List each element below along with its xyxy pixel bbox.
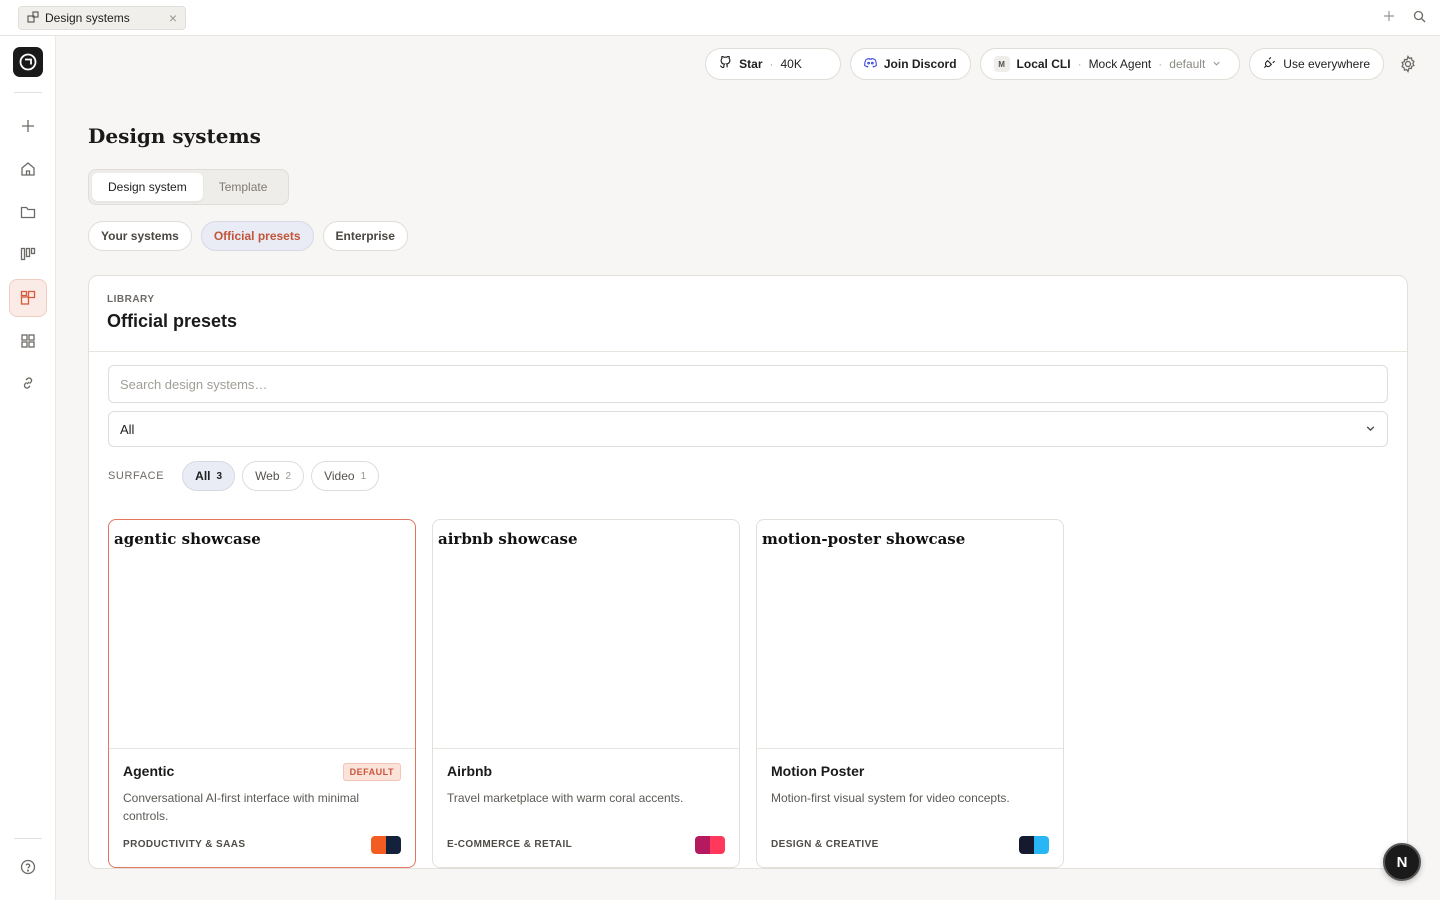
new-tab-icon[interactable] [1382,9,1396,23]
filter-your-systems[interactable]: Your systems [88,221,192,251]
surface-video-label: Video [324,469,355,483]
help-icon[interactable] [9,848,47,886]
separator-dot: · [769,57,774,71]
surface-web[interactable]: Web 2 [242,461,305,491]
agent-cli-label: Local CLI [1016,57,1071,71]
card-description: Conversational AI-first interface with m… [123,791,360,823]
join-discord-button[interactable]: Join Discord [849,48,971,80]
color-swatch [1019,836,1049,854]
card-category: E-COMMERCE & RETAIL [447,839,573,850]
preset-card-list: agentic showcase Agentic DEFAULT Convers… [108,519,1064,868]
sidebar-divider [14,838,42,839]
separator-dot: · [1158,57,1163,71]
board-icon[interactable] [9,235,47,273]
use-everywhere-label: Use everywhere [1283,57,1370,71]
new-icon[interactable] [9,107,47,145]
card-body: Airbnb Travel marketplace with warm cora… [433,749,739,867]
star-label: Star [739,57,763,71]
swatch-color [1034,836,1049,854]
tab-label: Design systems [45,11,130,25]
surface-label: SURFACE [108,470,165,482]
floating-avatar-button[interactable]: N [1383,843,1421,881]
filter-enterprise[interactable]: Enterprise [322,221,408,251]
segment-design-system[interactable]: Design system [92,173,203,201]
app-logo[interactable] [13,47,43,77]
sidebar [0,36,56,900]
github-star-button[interactable]: Star · 40K [705,48,841,80]
tab-design-systems[interactable]: Design systems × [18,6,186,30]
surface-filter: SURFACE All 3 Web 2 Video 1 [108,461,380,491]
gear-icon[interactable] [1399,55,1417,73]
preset-card-motion-poster[interactable]: motion-poster showcase Motion Poster Mot… [756,519,1064,868]
sidebar-divider [14,92,42,93]
card-category: DESIGN & CREATIVE [771,839,879,850]
discord-label: Join Discord [883,57,957,71]
segment-template[interactable]: Template [203,173,284,201]
card-body: Motion Poster Motion-first visual system… [757,749,1063,867]
search-icon[interactable] [1412,9,1426,23]
view-segmented-control: Design system Template [88,169,289,205]
tab-bar: Design systems × [0,0,1440,36]
star-count: 40K [780,57,802,71]
preset-card-agentic[interactable]: agentic showcase Agentic DEFAULT Convers… [108,519,416,868]
separator-dot: · [1077,57,1082,71]
chevron-down-icon [1365,422,1376,437]
swatch-color [1019,836,1034,854]
color-swatch [695,836,725,854]
swatch-color [710,836,725,854]
source-filter-group: Your systems Official presets Enterprise [88,221,408,251]
card-description: Travel marketplace with warm coral accen… [447,791,684,805]
card-description: Motion-first visual system for video con… [771,791,1010,805]
swatch-color [695,836,710,854]
preset-card-airbnb[interactable]: airbnb showcase Airbnb Travel marketplac… [432,519,740,868]
card-preview: airbnb showcase [433,520,739,749]
color-swatch [371,836,401,854]
card-category: PRODUCTIVITY & SAAS [123,839,246,850]
apps-grid-icon[interactable] [9,322,47,360]
surface-web-count: 2 [285,470,292,482]
agent-badge: M [993,56,1010,72]
library-panel: LIBRARY Official presets All SURFACE All… [88,275,1408,869]
category-select[interactable]: All [108,411,1388,447]
surface-web-label: Web [255,469,280,483]
panel-title: Official presets [107,311,238,331]
surface-all-label: All [195,469,211,483]
use-everywhere-button[interactable]: Use everywhere [1249,48,1384,80]
github-icon [719,55,732,72]
discord-icon [864,57,877,71]
panel-header: LIBRARY Official presets [89,276,1407,352]
page-title: Design systems [88,124,261,148]
home-icon[interactable] [9,150,47,188]
design-system-icon [27,10,39,26]
plug-icon [1263,56,1276,72]
agent-mode: default [1169,57,1206,71]
close-tab-icon[interactable]: × [169,11,177,25]
card-preview: agentic showcase [109,520,415,749]
link-icon[interactable] [9,364,47,402]
card-preview: motion-poster showcase [757,520,1063,749]
search-input[interactable] [108,365,1388,403]
surface-video-count: 1 [360,470,367,482]
surface-all[interactable]: All 3 [182,461,236,491]
default-badge: DEFAULT [342,763,401,781]
top-toolbar: Star · 40K Join Discord M Local CLI · Mo… [705,48,1384,80]
folder-icon[interactable] [9,193,47,231]
swatch-color [386,836,401,854]
surface-video[interactable]: Video 1 [311,461,380,491]
agent-name: Mock Agent [1088,57,1152,71]
chevron-down-icon [1212,57,1221,71]
card-name: Airbnb [447,763,493,779]
filter-official-presets[interactable]: Official presets [200,221,314,251]
design-systems-icon[interactable] [9,279,47,317]
card-body: Agentic DEFAULT Conversational AI-first … [109,749,415,867]
surface-all-count: 3 [216,470,223,482]
card-name: Motion Poster [771,763,865,779]
category-select-value: All [120,421,135,437]
swatch-color [371,836,386,854]
panel-eyebrow: LIBRARY [107,294,155,305]
agent-selector[interactable]: M Local CLI · Mock Agent · default [979,48,1241,80]
